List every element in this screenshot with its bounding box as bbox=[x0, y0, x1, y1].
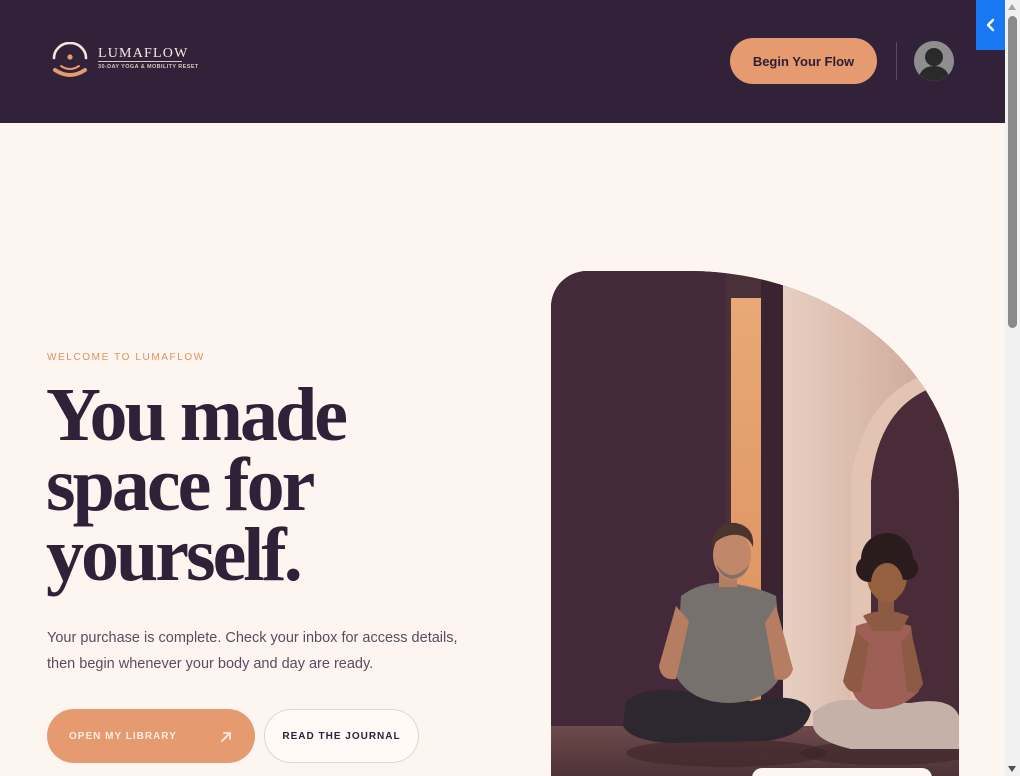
site-header: LUMAFLOW 30-DAY YOGA & MOBILITY RESET Be… bbox=[0, 0, 1005, 123]
read-the-journal-button[interactable]: READ THE JOURNAL bbox=[264, 709, 419, 763]
header-divider bbox=[896, 42, 897, 80]
hero-peek-card bbox=[752, 768, 932, 776]
scroll-thumb[interactable] bbox=[1008, 16, 1017, 328]
scroll-up-arrow-icon[interactable] bbox=[1008, 4, 1016, 10]
open-my-library-button[interactable]: OPEN MY LIBRARY bbox=[47, 709, 255, 763]
brand-logo[interactable]: LUMAFLOW 30-DAY YOGA & MOBILITY RESET bbox=[50, 42, 200, 82]
hero-eyebrow: WELCOME TO LUMAFLOW bbox=[47, 352, 205, 363]
user-silhouette-icon bbox=[914, 41, 954, 81]
hero-image bbox=[551, 271, 959, 776]
vertical-scrollbar[interactable] bbox=[1005, 0, 1020, 776]
user-avatar[interactable] bbox=[914, 41, 954, 81]
scroll-down-arrow-icon[interactable] bbox=[1008, 766, 1016, 772]
brand-name: LUMAFLOW bbox=[98, 46, 189, 61]
arrow-up-right-icon bbox=[221, 732, 231, 742]
hero-headline: You made space for yourself. bbox=[46, 373, 348, 597]
lumaflow-logo-icon bbox=[52, 42, 88, 77]
chevron-left-icon bbox=[986, 18, 994, 32]
open-my-library-label: OPEN MY LIBRARY bbox=[69, 730, 177, 742]
side-panel-toggle[interactable] bbox=[976, 0, 1005, 50]
hero-body-text: Your purchase is complete. Check your in… bbox=[47, 630, 458, 672]
brand-divider bbox=[98, 61, 182, 62]
begin-your-flow-button[interactable]: Begin Your Flow bbox=[730, 38, 877, 84]
yoga-studio-illustration bbox=[551, 271, 959, 776]
brand-tagline: 30-DAY YOGA & MOBILITY RESET bbox=[98, 64, 199, 70]
